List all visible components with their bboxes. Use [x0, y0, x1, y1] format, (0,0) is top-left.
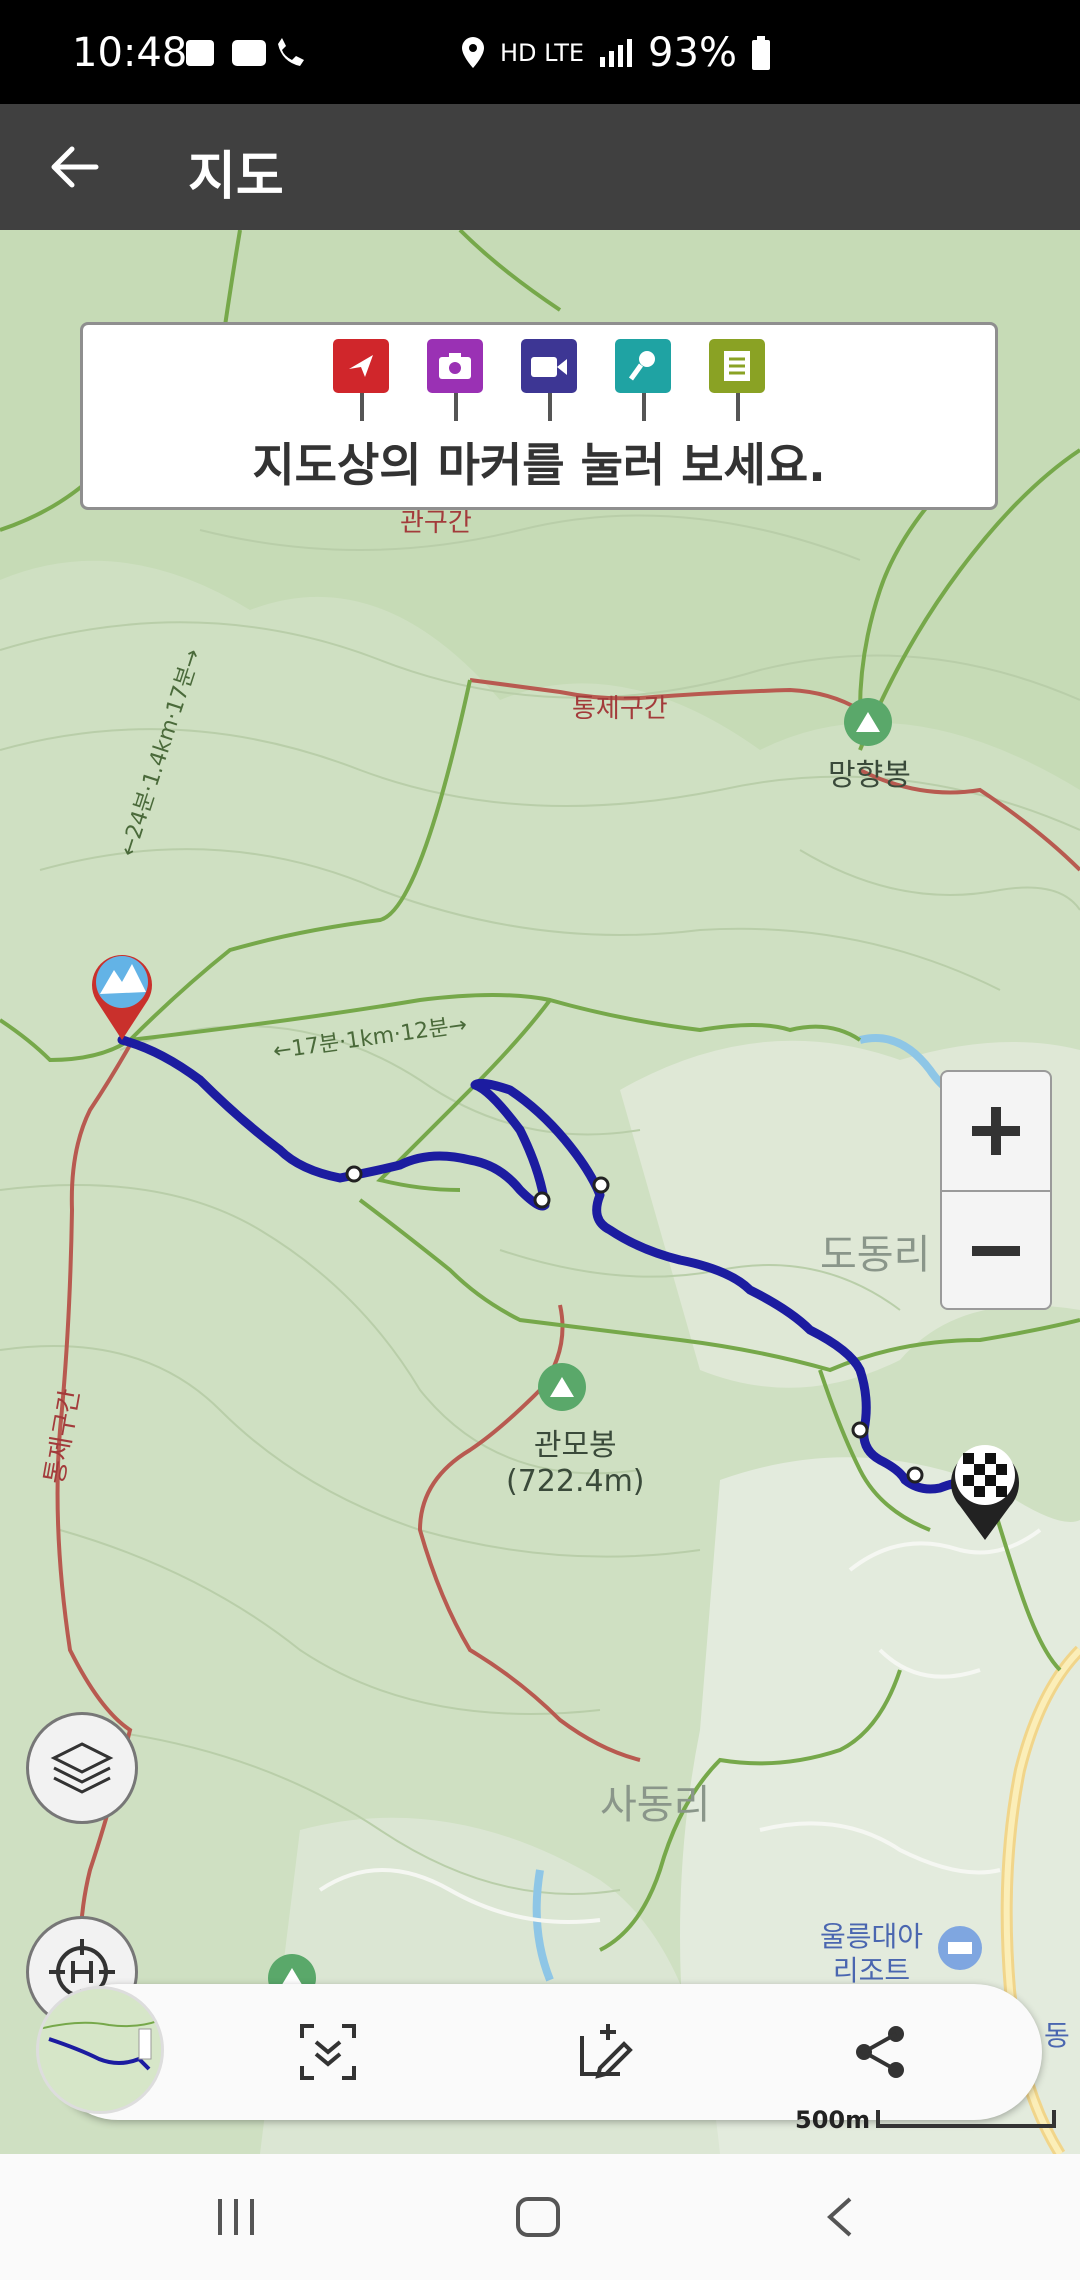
resort-name-1: 울릉대아 — [820, 1920, 924, 1953]
signal-icon — [600, 39, 633, 67]
notification-icons — [186, 38, 304, 66]
share-icon — [856, 2026, 904, 2078]
resort-name-2: 리조트 — [832, 1954, 911, 1987]
home-icon — [516, 2197, 560, 2237]
back-button[interactable] — [810, 2192, 870, 2242]
village-label-sadongri: 사동리 — [600, 1782, 711, 1828]
battery-icon — [751, 36, 770, 70]
status-right: HD LTE 93% — [460, 30, 771, 76]
location-icon — [462, 37, 484, 68]
map-view[interactable]: 관구간 통제구간 망향봉 ←24분·1.4km·17분→ ←17분·1km·12… — [0, 230, 1080, 2154]
marker-info-box: 지도상의 마커를 눌러 보세요. — [80, 322, 998, 510]
peak-label-gwanmobong: 관모봉 (722.4m) — [506, 1420, 645, 1499]
peak-label-manghyangbong: 망향봉 — [828, 758, 911, 793]
zoom-in-button[interactable] — [942, 1072, 1050, 1190]
status-time: 10:48 — [72, 30, 188, 76]
plus-icon — [972, 1107, 1020, 1155]
share-button[interactable] — [842, 2014, 918, 2090]
recent-apps-icon — [218, 2199, 254, 2235]
camera-marker-icon — [427, 339, 485, 423]
scan-chevron-icon — [300, 2024, 356, 2080]
layers-icon — [50, 1742, 114, 1794]
recent-apps-button[interactable] — [206, 2192, 266, 2242]
edit-add-icon — [580, 2024, 633, 2079]
marker-legend — [333, 339, 767, 423]
scale-label: 500m — [795, 2106, 871, 2134]
zoom-out-button[interactable] — [942, 1192, 1050, 1310]
battery-percent: 93% — [648, 30, 737, 76]
peak-height: (722.4m) — [506, 1464, 645, 1499]
home-button[interactable] — [508, 2192, 568, 2242]
network-type: HD LTE — [500, 39, 585, 67]
edge-partial-label: 동 — [1044, 2019, 1070, 2052]
edit-course-button[interactable] — [566, 2014, 642, 2090]
minus-icon — [972, 1246, 1020, 1256]
resort-label: 울릉대아 리조트 — [820, 1920, 923, 1988]
flag-marker-icon — [333, 339, 391, 423]
map-thumbnail[interactable] — [36, 1986, 164, 2114]
memo-marker-icon — [709, 339, 767, 423]
layers-button[interactable] — [26, 1712, 138, 1824]
system-nav-bar — [0, 2154, 1080, 2280]
back-arrow-icon[interactable] — [46, 139, 102, 195]
marker-hint-text: 지도상의 마커를 눌러 보세요. — [252, 438, 826, 492]
zoom-control — [940, 1070, 1052, 1310]
peak-name: 관모봉 — [533, 1428, 617, 1463]
restricted-area-label: 통제구간 — [572, 694, 668, 724]
scan-download-button[interactable] — [290, 2014, 366, 2090]
status-bar: 10:48 HD LTE 93% — [0, 0, 1080, 104]
back-chevron-icon — [827, 2197, 852, 2237]
village-label-dodongri: 도동리 — [820, 1232, 931, 1278]
map-terrain — [0, 230, 1080, 2154]
video-marker-icon — [521, 339, 579, 423]
mic-marker-icon — [615, 339, 673, 423]
map-thumbnail-image — [39, 1989, 161, 2111]
scale-bar — [876, 2110, 1056, 2128]
page-title: 지도 — [188, 147, 284, 207]
app-bar: 지도 — [0, 104, 1080, 230]
